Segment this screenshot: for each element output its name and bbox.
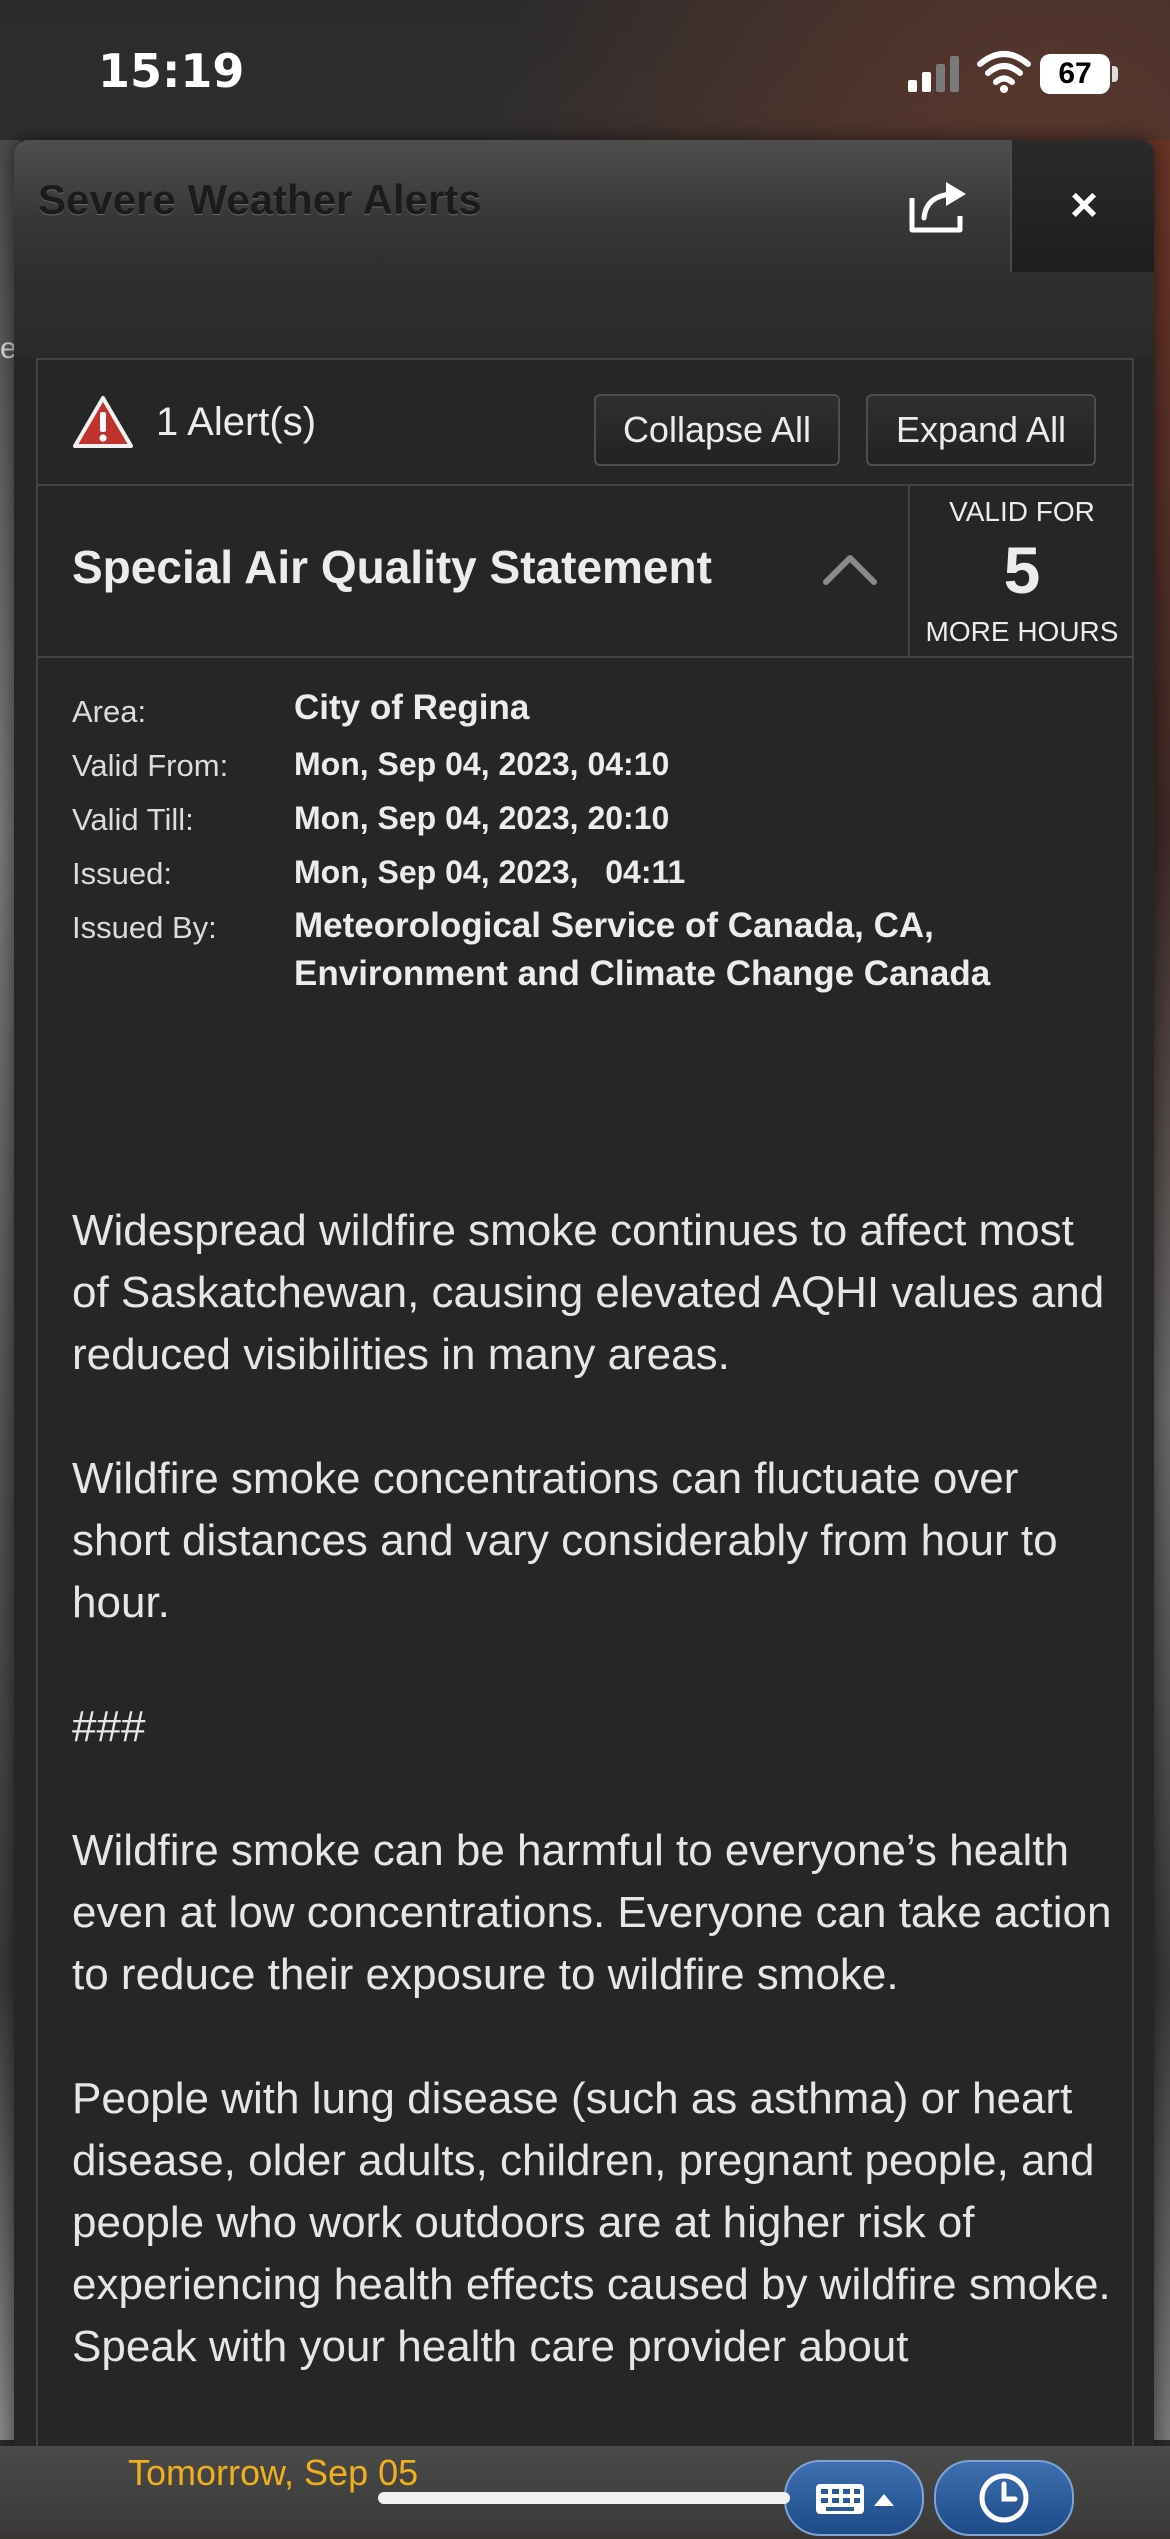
detail-value: City of Regina	[294, 688, 530, 727]
bottom-bar: Tomorrow, Sep 05	[0, 2446, 1170, 2536]
clock-button[interactable]	[934, 2460, 1074, 2536]
panel-header-gap	[14, 272, 1154, 358]
alert-paragraph: Wildfire smoke can be harmful to everyon…	[72, 1826, 1112, 1999]
battery-tip	[1112, 66, 1118, 82]
chevron-up-icon[interactable]	[820, 548, 880, 588]
detail-value: Mon, Sep 04, 2023, 04:11	[294, 854, 686, 890]
battery-indicator: 67	[1040, 54, 1110, 94]
wifi-icon	[977, 51, 1031, 93]
detail-value: Meteorological Service of Canada, CA, En…	[294, 906, 991, 993]
alert-paragraph: Widespread wildfire smoke continues to a…	[72, 1206, 1105, 1379]
alert-count: 1 Alert(s)	[156, 400, 317, 444]
forecast-day-label[interactable]: Tomorrow, Sep 05	[128, 2452, 418, 2494]
detail-value: Mon, Sep 04, 2023, 04:10	[294, 746, 670, 782]
alerts-toolbar: 1 Alert(s) Collapse All Expand All	[38, 360, 1132, 486]
valid-for-label: VALID FOR	[949, 496, 1095, 527]
signal-icon	[908, 56, 959, 92]
detail-label: Area:	[72, 694, 147, 729]
alert-paragraph: ###	[72, 1702, 146, 1751]
alert-title: Special Air Quality Statement	[72, 541, 712, 593]
detail-label: Issued By:	[72, 910, 217, 945]
alerts-content[interactable]: 1 Alert(s) Collapse All Expand All Speci…	[36, 358, 1134, 2470]
warning-icon	[73, 396, 133, 448]
home-indicator[interactable]	[378, 2492, 790, 2504]
expand-all-button[interactable]: Expand All	[866, 394, 1096, 466]
valid-for-unit: MORE HOURS	[925, 616, 1119, 647]
detail-label: Issued:	[72, 856, 172, 891]
collapse-all-button[interactable]: Collapse All	[594, 394, 840, 466]
close-button[interactable]: ×	[1010, 140, 1154, 272]
clock-icon	[979, 2473, 1029, 2523]
valid-for-box: VALID FOR 5 MORE HOURS	[908, 486, 1132, 656]
detail-label: Valid From:	[72, 748, 229, 783]
valid-for-hours: 5	[1003, 533, 1041, 607]
detail-value: Mon, Sep 04, 2023, 20:10	[294, 800, 670, 836]
panel-header: Severe Weather Alerts ×	[14, 140, 1154, 272]
share-icon[interactable]	[906, 176, 972, 236]
alert-header-row[interactable]: Special Air Quality Statement VALID FOR …	[38, 486, 1132, 658]
close-icon: ×	[1069, 179, 1099, 232]
severe-weather-panel: Severe Weather Alerts × 1 Alert(s) Colla…	[14, 140, 1154, 2470]
panel-title: Severe Weather Alerts	[38, 176, 482, 223]
alert-paragraph: People with lung disease (such as asthma…	[72, 2074, 1111, 2371]
alert-body: Widespread wildfire smoke continues to a…	[72, 1200, 1112, 2440]
alert-paragraph: Wildfire smoke concentrations can fluctu…	[72, 1454, 1058, 1627]
keyboard-toggle-button[interactable]	[784, 2460, 924, 2536]
status-time: 15:19	[98, 44, 245, 98]
detail-label: Valid Till:	[72, 802, 194, 837]
keyboard-icon	[816, 2484, 894, 2514]
